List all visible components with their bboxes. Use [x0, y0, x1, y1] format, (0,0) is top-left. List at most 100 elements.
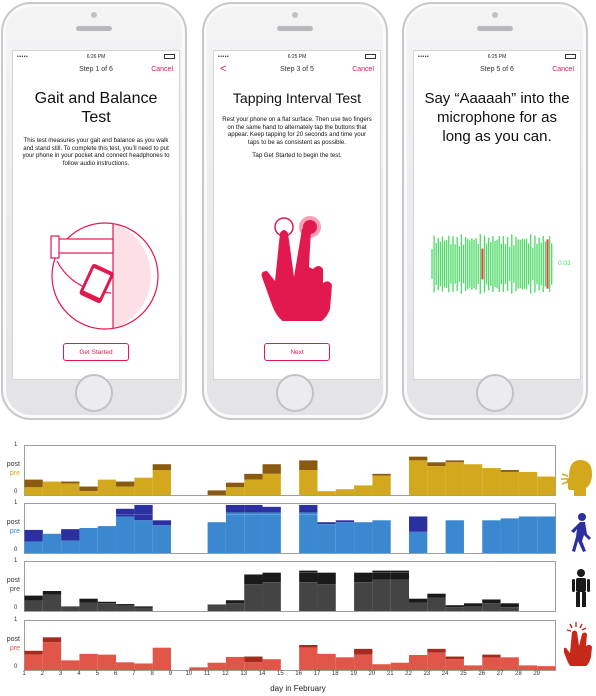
earpiece-speaker	[477, 26, 513, 31]
battery-icon	[164, 54, 175, 59]
x-tick-label: 6	[113, 671, 118, 677]
nav-bar: Step 5 of 6 Cancel	[414, 63, 580, 79]
tapping-pre-bar	[390, 662, 410, 670]
voice-pre-bar	[134, 477, 153, 495]
speaking-head-icon	[561, 460, 592, 496]
voice-pre-bar	[335, 489, 355, 495]
standing-pre-bar	[262, 582, 281, 611]
next-button[interactable]: Next	[264, 343, 330, 361]
voice-chart-panel	[24, 445, 556, 496]
tapping-pre-bar	[409, 655, 428, 670]
voice-pre-bar	[427, 466, 446, 495]
home-button[interactable]	[276, 374, 314, 412]
walking-pre-bar	[537, 516, 556, 553]
standing-pre-bar	[244, 584, 263, 611]
x-tick-label: 25	[460, 671, 467, 677]
tapping-pre-label: pre	[9, 645, 20, 652]
voice-pre-bar	[537, 476, 556, 495]
recording-timer: 0:03	[558, 260, 571, 267]
get-started-button[interactable]: Get Started	[63, 343, 129, 361]
standing-pre-bar	[24, 600, 43, 611]
walking-post-bar	[152, 520, 171, 526]
tapping-pre-bar	[335, 657, 355, 670]
tapping-pre-bar	[61, 660, 80, 670]
standing-pre-bar	[372, 579, 391, 611]
voice-pre-bar	[24, 487, 43, 495]
instructions-text-2: Tap Get Started to begin the test.	[252, 152, 342, 160]
tapping-post-bar	[482, 654, 501, 658]
walking-post-bar	[244, 504, 263, 513]
voice-pre-bar	[518, 471, 538, 495]
tapping-pre-bar	[189, 667, 208, 670]
phone-gait-balance: ••••• 6:26 PM Step 1 of 6 Cancel Gait an…	[1, 2, 187, 420]
x-tick-label: 21	[386, 671, 394, 677]
cancel-button[interactable]: Cancel	[151, 66, 173, 73]
standing-post-bar	[427, 593, 446, 598]
standing-pre-bar	[409, 602, 428, 611]
tapping-y-tick-1: 0	[14, 664, 18, 670]
tapping-pre-bar	[97, 654, 117, 670]
voice-post-bar	[445, 460, 464, 463]
voice-post-label: post	[6, 461, 20, 468]
standing-pre-bar	[61, 606, 80, 611]
standing-post-bar	[390, 570, 410, 580]
walking-pre-bar	[482, 520, 501, 553]
home-button[interactable]	[476, 374, 514, 412]
tapping-post-bar	[445, 656, 464, 660]
walking-person-icon	[571, 513, 591, 552]
cancel-button[interactable]: Cancel	[352, 66, 374, 73]
walking-y-tick-1: 0	[14, 547, 18, 553]
tapping-post-bar	[42, 637, 62, 643]
voice-pre-bar	[482, 468, 501, 495]
cancel-button[interactable]: Cancel	[552, 66, 574, 73]
walking-pre-bar	[354, 522, 373, 553]
standing-pre-bar	[225, 603, 245, 611]
voice-post-bar	[152, 464, 171, 470]
front-camera	[91, 12, 97, 18]
status-bar: ••••• 6:25 PM	[214, 51, 380, 63]
standing-post-bar	[262, 572, 281, 583]
x-axis-label: day in February	[270, 684, 326, 693]
walking-pre-label: pre	[9, 528, 20, 535]
standing-post-bar	[354, 572, 373, 583]
tapping-post-bar	[244, 656, 263, 663]
page-title: Gait and Balance Test	[34, 90, 158, 126]
tapping-pre-bar	[116, 662, 135, 670]
standing-post-bar	[317, 572, 336, 585]
x-tick-label: 13	[240, 671, 248, 677]
walking-pre-bar	[116, 516, 135, 553]
voice-pre-bar	[372, 475, 391, 495]
walking-post-bar	[262, 506, 281, 513]
walking-pre-bar	[42, 533, 62, 553]
status-bar: ••••• 6:25 PM	[414, 51, 580, 63]
screen-gait-balance: ••••• 6:26 PM Step 1 of 6 Cancel Gait an…	[12, 50, 180, 380]
standing-pre-bar	[427, 597, 446, 611]
standing-pre-bar	[42, 594, 62, 611]
standing-pre-bar	[79, 602, 98, 611]
voice-pre-bar	[409, 460, 428, 495]
voice-pre-bar	[152, 470, 171, 495]
status-time: 6:25 PM	[287, 54, 307, 60]
walking-pre-bar	[152, 525, 171, 553]
standing-post-bar	[372, 570, 391, 580]
standing-post-bar	[500, 603, 519, 608]
front-camera	[492, 12, 498, 18]
voice-pre-bar	[299, 470, 318, 495]
x-tick-label: 26	[478, 671, 486, 677]
tapping-pre-bar	[42, 642, 62, 670]
tapping-pre-bar	[262, 659, 281, 670]
home-button[interactable]	[75, 374, 113, 412]
x-tick-label: 14	[258, 671, 266, 677]
standing-person-icon	[572, 569, 590, 607]
walking-pre-bar	[299, 512, 318, 553]
standing-post-bar	[244, 574, 263, 585]
standing-y-tick-0: 1	[14, 558, 18, 564]
two-finger-tap-illustration	[261, 216, 332, 321]
x-tick-label: 11	[203, 671, 211, 677]
voice-post-bar	[244, 473, 263, 480]
voice-post-bar	[372, 473, 391, 476]
standing-pre-bar	[116, 605, 135, 611]
phone-tapping-interval: ••••• 6:25 PM < Step 3 of 5 Cancel Tappi…	[202, 2, 388, 420]
battery-icon	[365, 54, 376, 59]
voice-y-tick-0: 1	[14, 442, 18, 448]
